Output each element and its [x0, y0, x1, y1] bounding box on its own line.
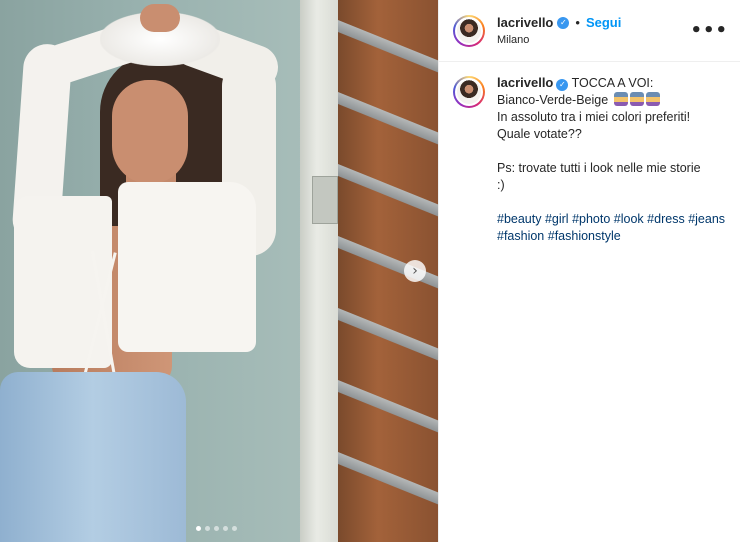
caption-line: In assoluto tra i miei colori preferiti! — [497, 110, 691, 124]
caption-line: Bianco-Verde-Beige — [497, 93, 609, 107]
cardigan-right-panel — [118, 182, 256, 352]
caption-username[interactable]: lacrivello — [497, 75, 553, 90]
post-caption: lacrivello ✓ TOCCA A VOI: Bianco-Verde-Be… — [439, 62, 740, 245]
hashtag-link[interactable]: #beauty — [497, 212, 541, 226]
hands — [140, 4, 180, 32]
caption-avatar[interactable] — [453, 76, 485, 108]
carousel-dot — [214, 526, 219, 531]
hashtag-link[interactable]: #jeans — [688, 212, 725, 226]
avatar[interactable] — [453, 14, 485, 47]
emoji-icon — [629, 92, 644, 106]
verified-badge-icon: ✓ — [556, 78, 569, 91]
instagram-post: › lacrivello ✓ • Segui Milano ••• lacriv — [0, 0, 740, 542]
post-header: lacrivello ✓ • Segui Milano ••• — [439, 0, 740, 62]
carousel-next-button[interactable]: › — [404, 260, 426, 282]
carousel-dot — [232, 526, 237, 531]
post-photo[interactable]: › — [0, 0, 438, 542]
carousel-dot — [205, 526, 210, 531]
author-username[interactable]: lacrivello — [497, 15, 553, 30]
caption-line: TOCCA A VOI: — [571, 76, 654, 90]
door-hinge — [312, 176, 338, 224]
more-options-icon[interactable]: ••• — [690, 20, 728, 41]
carousel-dot — [223, 526, 228, 531]
hashtag-link[interactable]: #look — [614, 212, 644, 226]
emoji-icon — [613, 92, 628, 106]
face — [112, 80, 188, 184]
verified-badge-icon: ✓ — [557, 16, 570, 29]
carousel-dot — [196, 526, 201, 531]
emoji-group — [612, 92, 660, 107]
carousel-indicator — [196, 526, 237, 531]
hashtag-link[interactable]: #fashion — [497, 229, 544, 243]
post-location[interactable]: Milano — [497, 34, 690, 46]
emoji-icon — [645, 92, 660, 106]
door-frame — [300, 0, 342, 542]
post-sidebar: lacrivello ✓ • Segui Milano ••• lacrivel… — [438, 0, 740, 542]
caption-line: Quale votate?? — [497, 127, 582, 141]
separator-dot: • — [575, 15, 580, 30]
jeans — [0, 372, 186, 542]
chevron-right-icon: › — [412, 263, 418, 279]
follow-button[interactable]: Segui — [586, 15, 621, 30]
hashtag-link[interactable]: #fashionstyle — [548, 229, 621, 243]
hashtag-link[interactable]: #dress — [647, 212, 685, 226]
hashtag-link[interactable]: #photo — [572, 212, 610, 226]
caption-line: Ps: trovate tutti i look nelle mie stori… — [497, 161, 701, 175]
hashtag-list: #beauty #girl #photo #look #dress #jeans… — [497, 211, 726, 245]
hashtag-link[interactable]: #girl — [545, 212, 569, 226]
caption-line: :) — [497, 178, 505, 192]
